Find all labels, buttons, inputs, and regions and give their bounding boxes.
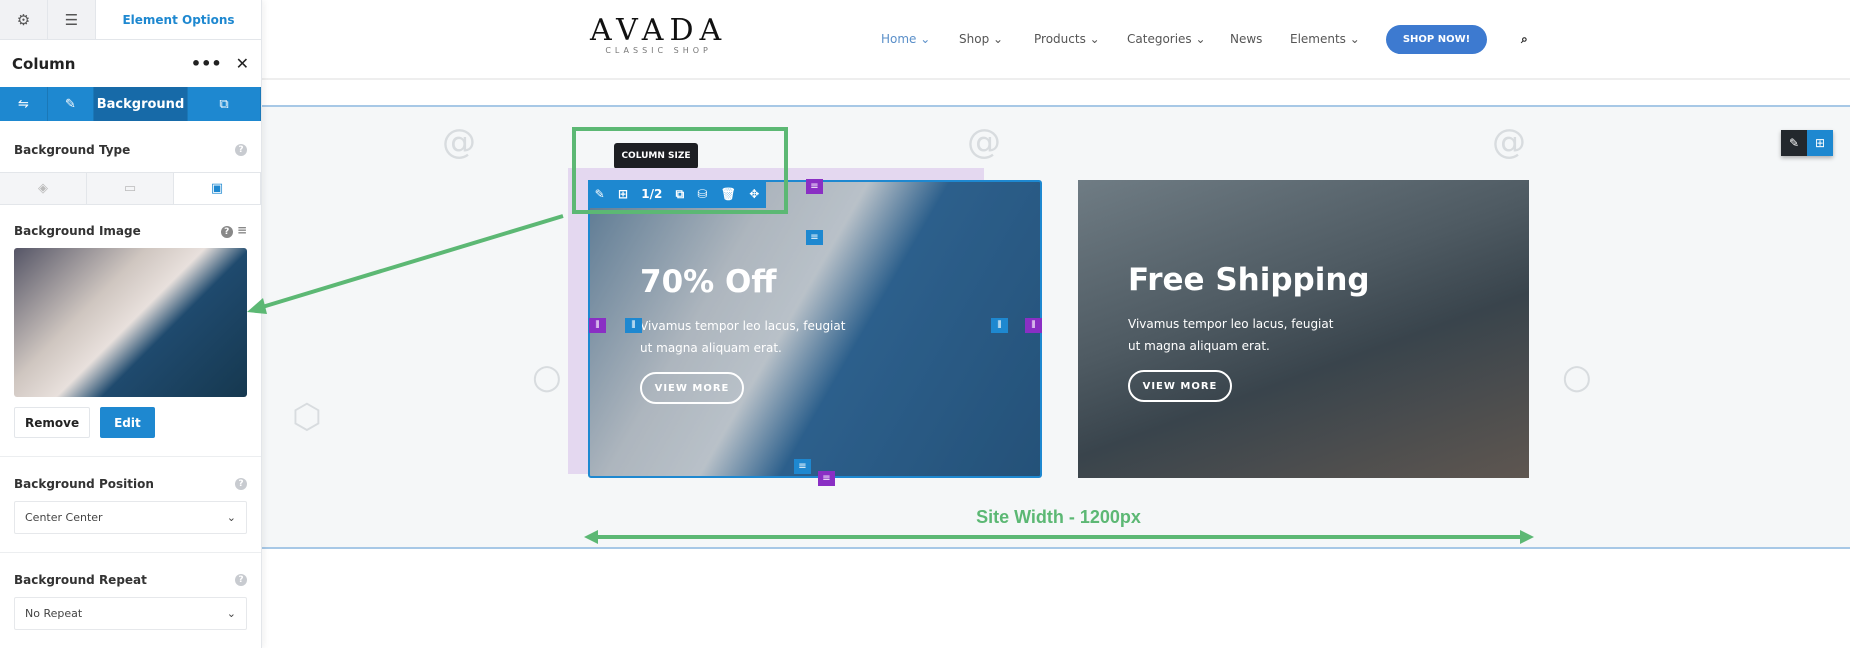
edit-container-icon[interactable]: ✎ xyxy=(1781,130,1807,156)
site-header: AVADA CLASSIC SHOP Home ⌄ Shop ⌄ Product… xyxy=(262,0,1850,80)
drag-handle-icon[interactable]: ≡ xyxy=(806,179,823,194)
swirl-decoration-icon: @ xyxy=(967,122,1001,162)
view-more-button[interactable]: VIEW MORE xyxy=(640,372,744,404)
column-title: Free Shipping xyxy=(1128,262,1370,298)
site-width-annotation: Site Width - 1200px xyxy=(976,507,1141,527)
swirl-decoration-icon: @ xyxy=(1492,122,1526,162)
background-type-selector: ◈ ▭ ▣ xyxy=(0,172,261,205)
logo-main: AVADA xyxy=(590,13,728,48)
help-icon[interactable]: ? xyxy=(235,144,247,156)
circle-decoration-icon: ○ xyxy=(532,357,562,397)
general-tab-sliders-icon[interactable]: ⇋ xyxy=(0,87,48,121)
element-title: Column xyxy=(12,54,76,73)
background-position-label: Background Position xyxy=(14,477,154,491)
nav-shop[interactable]: Shop ⌄ xyxy=(959,32,1003,46)
nav-products[interactable]: Products ⌄ xyxy=(1034,32,1100,46)
help-icon[interactable]: ? xyxy=(220,226,233,238)
select-value: Center Center xyxy=(25,511,103,524)
view-more-button[interactable]: VIEW MORE xyxy=(1128,370,1232,402)
color-icon[interactable]: ◈ xyxy=(0,173,87,204)
background-image-preview[interactable] xyxy=(14,248,247,397)
swirl-decoration-icon: @ xyxy=(442,122,476,162)
column-2[interactable]: Free Shipping Vivamus tempor leo lacus, … xyxy=(1078,180,1529,478)
remove-button[interactable]: Remove xyxy=(14,407,91,438)
column-text: Vivamus tempor leo lacus, feugiat ut mag… xyxy=(1128,317,1334,353)
extras-tab-icon[interactable]: ⧉ xyxy=(188,87,261,121)
edit-button[interactable]: Edit xyxy=(100,407,155,438)
sidebar-top-tabs: ⚙ ☰ Element Options xyxy=(0,0,261,40)
gear-icon[interactable]: ⚙ xyxy=(0,0,48,39)
resize-handle-icon[interactable]: ⦀ xyxy=(625,318,642,333)
image-icon[interactable]: ▣ xyxy=(174,173,261,204)
drag-handle-icon[interactable]: ≡ xyxy=(818,471,835,486)
option-tabs: ⇋ ✎ Background ⧉ xyxy=(0,87,261,121)
help-icon[interactable]: ? xyxy=(235,574,247,586)
column-text: Vivamus tempor leo lacus, feugiat ut mag… xyxy=(640,319,846,355)
background-type-label: Background Type xyxy=(14,143,131,157)
logo[interactable]: AVADA CLASSIC SHOP xyxy=(590,13,728,56)
nav-elements[interactable]: Elements ⌄ xyxy=(1290,32,1360,46)
hexagon-decoration-icon: ⬡ xyxy=(292,397,322,437)
nav-news[interactable]: News xyxy=(1230,32,1262,46)
gradient-icon[interactable]: ▭ xyxy=(87,173,174,204)
resize-handle-icon[interactable]: ⦀ xyxy=(589,318,606,333)
drag-handle-icon[interactable]: ≡ xyxy=(794,459,811,474)
tab-element-options[interactable]: Element Options xyxy=(96,0,261,39)
close-icon[interactable]: ✕ xyxy=(236,54,249,73)
resize-handle-icon[interactable]: ⦀ xyxy=(991,318,1008,333)
element-header: Column ••• ✕ xyxy=(0,40,261,87)
nav-home[interactable]: Home ⌄ xyxy=(881,32,930,46)
nav-categories[interactable]: Categories ⌄ xyxy=(1127,32,1206,46)
annotation-box xyxy=(572,127,788,214)
divider xyxy=(0,552,261,553)
resize-handle-icon[interactable]: ⦀ xyxy=(1025,318,1042,333)
tab-background[interactable]: Background xyxy=(94,87,188,121)
sliders-icon[interactable]: ☰ xyxy=(48,0,96,39)
design-tab-brush-icon[interactable]: ✎ xyxy=(48,87,94,121)
builder-container[interactable]: @ @ @ ○ ○ ⬡ COLUMN SIZE 70% Off Vivamus … xyxy=(262,105,1850,549)
divider xyxy=(0,456,261,457)
shop-now-button[interactable]: SHOP NOW! xyxy=(1386,25,1487,54)
background-position-select[interactable]: Center Center ⌄ xyxy=(14,501,247,534)
chevron-down-icon: ⌄ xyxy=(226,511,236,524)
container-controls: ✎ ⊞ xyxy=(1781,130,1833,156)
background-repeat-select[interactable]: No Repeat ⌄ xyxy=(14,597,247,630)
search-icon[interactable]: ⌕ xyxy=(1521,32,1528,47)
column-title: 70% Off xyxy=(640,264,777,300)
chevron-down-icon: ⌄ xyxy=(226,607,236,620)
select-value: No Repeat xyxy=(25,607,83,620)
site-width-arrow xyxy=(584,530,1534,544)
drag-handle-icon[interactable]: ≡ xyxy=(806,230,823,245)
add-container-icon[interactable]: ⊞ xyxy=(1807,130,1833,156)
background-image-label: Background Image xyxy=(14,223,141,238)
logo-sub: CLASSIC SHOP xyxy=(605,46,712,55)
circle-decoration-icon: ○ xyxy=(1562,357,1592,397)
element-options-sidebar: ⚙ ☰ Element Options Column ••• ✕ ⇋ ✎ Back… xyxy=(0,0,262,648)
more-icon[interactable]: ••• xyxy=(191,54,222,73)
help-icon[interactable]: ? xyxy=(235,478,247,490)
background-repeat-label: Background Repeat xyxy=(14,573,147,587)
annotation-arrow xyxy=(247,214,564,314)
column-1[interactable]: 70% Off Vivamus tempor leo lacus, feugia… xyxy=(588,180,1042,478)
